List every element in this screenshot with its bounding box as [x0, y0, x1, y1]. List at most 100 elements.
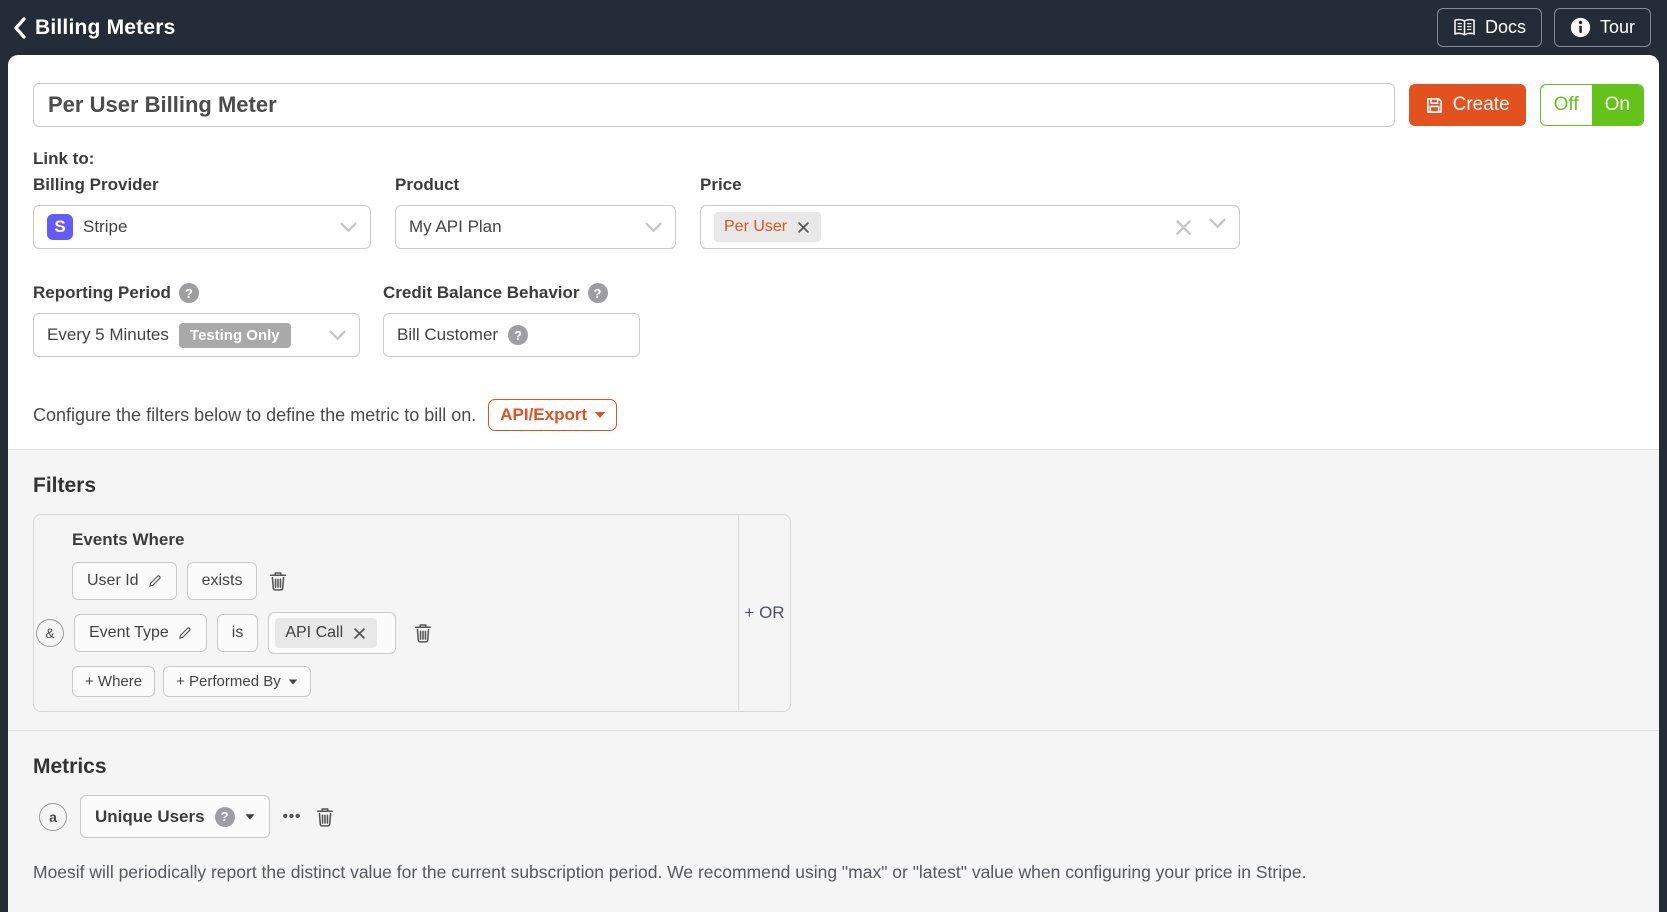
save-icon: [1425, 96, 1444, 115]
configure-text: Configure the filters below to define th…: [33, 405, 476, 426]
toggle-on-option[interactable]: On: [1592, 85, 1643, 125]
create-button-label: Create: [1453, 94, 1510, 116]
reporting-period-column: Reporting Period ? Every 5 Minutes Testi…: [33, 277, 360, 357]
filters-metrics-area: Filters Events Where User Id exists: [8, 449, 1659, 912]
info-icon: [1570, 17, 1591, 38]
price-tag: Per User: [714, 212, 821, 242]
filter-value-box[interactable]: API Call: [268, 612, 396, 654]
back-link[interactable]: Billing Meters: [12, 16, 176, 40]
settings-columns: Reporting Period ? Every 5 Minutes Testi…: [33, 277, 1644, 357]
price-multiselect[interactable]: Per User: [700, 205, 1240, 249]
chevron-down-icon: [340, 222, 357, 233]
chevron-down-icon: [1209, 218, 1226, 237]
metric-note: Moesif will periodically report the dist…: [33, 862, 1634, 883]
remove-tag-icon[interactable]: [352, 626, 367, 641]
product-column: Product My API Plan: [395, 169, 676, 249]
credit-balance-column: Credit Balance Behavior ? Bill Customer …: [383, 277, 640, 357]
metrics-heading: Metrics: [33, 755, 1634, 779]
trash-icon[interactable]: [267, 569, 289, 593]
docs-button-label: Docs: [1485, 17, 1526, 38]
product-label: Product: [395, 175, 459, 195]
on-off-toggle: Off On: [1540, 84, 1644, 126]
credit-balance-label: Credit Balance Behavior: [383, 283, 580, 303]
reporting-period-value: Every 5 Minutes: [47, 325, 169, 345]
metrics-section: Metrics a Unique Users ? ••• Moesif will…: [33, 731, 1634, 883]
pencil-icon: [148, 574, 162, 588]
help-icon[interactable]: ?: [508, 325, 528, 345]
stripe-logo: S: [47, 214, 73, 240]
link-to-label: Link to:: [33, 149, 1644, 169]
filter-row: User Id exists: [72, 562, 724, 600]
reporting-period-select[interactable]: Every 5 Minutes Testing Only: [33, 313, 360, 357]
filter-field-button[interactable]: Event Type: [74, 614, 207, 652]
filter-field-label: Event Type: [89, 624, 169, 642]
events-where-label: Events Where: [72, 530, 724, 550]
add-or-button[interactable]: + OR: [738, 515, 790, 711]
metric-value-label: Unique Users: [95, 807, 205, 827]
configure-row: Configure the filters below to define th…: [33, 399, 1644, 431]
caret-down-icon: [289, 679, 298, 684]
remove-tag-icon[interactable]: [796, 220, 811, 235]
testing-only-badge: Testing Only: [179, 323, 291, 348]
trash-icon[interactable]: [314, 805, 336, 829]
api-export-button[interactable]: API/Export: [488, 399, 617, 431]
filter-value-tag: API Call: [275, 618, 377, 648]
caret-down-icon: [595, 412, 605, 418]
billing-provider-column: Billing Provider S Stripe: [33, 169, 371, 249]
price-tag-label: Per User: [724, 218, 787, 236]
filter-row: & Event Type is API Call: [36, 612, 724, 654]
billing-provider-value: Stripe: [83, 217, 127, 237]
docs-button[interactable]: Docs: [1437, 8, 1542, 47]
link-to-columns: Billing Provider S Stripe Product My API…: [33, 169, 1644, 249]
price-label: Price: [700, 175, 742, 195]
metric-select[interactable]: Unique Users ?: [80, 795, 270, 838]
price-column: Price Per User: [700, 169, 1240, 249]
add-or-label: + OR: [744, 603, 784, 623]
add-performed-by-button[interactable]: + Performed By: [163, 666, 311, 697]
more-options-icon[interactable]: •••: [283, 808, 302, 825]
caret-down-icon: [245, 814, 254, 819]
chevron-left-icon: [12, 17, 28, 39]
and-conjunction-badge: &: [36, 619, 64, 647]
product-value: My API Plan: [409, 217, 502, 237]
meter-config-form: Create Off On Link to: Billing Provider …: [8, 55, 1659, 431]
add-where-button[interactable]: + Where: [72, 666, 155, 697]
book-icon: [1453, 18, 1476, 37]
filter-value-label: API Call: [285, 624, 343, 642]
filters-heading: Filters: [33, 474, 1634, 498]
help-icon[interactable]: ?: [588, 283, 608, 303]
page-title: Billing Meters: [35, 16, 176, 40]
filter-operator-label: exists: [202, 572, 243, 590]
meter-name-input[interactable]: [33, 83, 1395, 127]
filter-add-row: + Where + Performed By: [72, 666, 724, 697]
metric-row: a Unique Users ? •••: [39, 795, 1634, 838]
product-select[interactable]: My API Plan: [395, 205, 676, 249]
filter-operator-button[interactable]: is: [217, 614, 259, 652]
top-bar: Billing Meters Docs Tour: [0, 0, 1667, 55]
chevron-down-icon: [645, 222, 662, 233]
tour-button-label: Tour: [1600, 17, 1635, 38]
metric-id-badge: a: [39, 803, 67, 831]
tour-button[interactable]: Tour: [1554, 8, 1651, 47]
clear-selection-icon[interactable]: [1174, 218, 1193, 237]
billing-provider-label: Billing Provider: [33, 175, 159, 195]
price-select-icons: [1174, 218, 1226, 237]
chevron-down-icon: [329, 330, 346, 341]
help-icon[interactable]: ?: [179, 283, 199, 303]
filter-operator-label: is: [232, 624, 244, 642]
create-button[interactable]: Create: [1409, 84, 1526, 126]
api-export-label: API/Export: [500, 405, 587, 425]
toggle-off-option[interactable]: Off: [1541, 85, 1592, 125]
filter-field-button[interactable]: User Id: [72, 562, 177, 600]
help-icon[interactable]: ?: [215, 807, 235, 827]
billing-provider-select[interactable]: S Stripe: [33, 205, 371, 249]
add-performed-by-label: + Performed By: [176, 673, 281, 690]
content-card: Create Off On Link to: Billing Provider …: [8, 55, 1659, 912]
trash-icon[interactable]: [412, 621, 434, 645]
filter-field-label: User Id: [87, 572, 139, 590]
add-where-label: + Where: [85, 673, 142, 690]
filter-operator-button[interactable]: exists: [187, 562, 258, 600]
credit-balance-select[interactable]: Bill Customer ?: [383, 313, 640, 357]
filter-group-main: Events Where User Id exists: [34, 515, 738, 711]
filter-group: Events Where User Id exists: [33, 514, 791, 712]
